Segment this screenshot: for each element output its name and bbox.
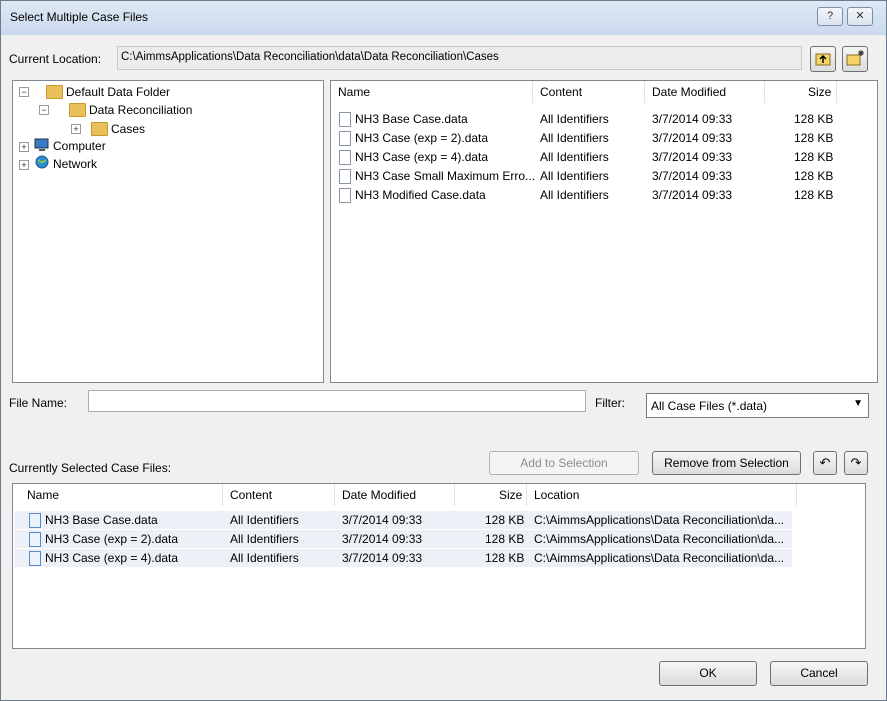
column-header-size[interactable]: Size	[499, 484, 522, 506]
folder-tree[interactable]: − Default Data Folder − Data Reconciliat…	[12, 80, 324, 383]
column-header-name[interactable]: Name	[27, 484, 59, 506]
currently-selected-label: Currently Selected Case Files:	[9, 461, 172, 475]
file-date: 3/7/2014 09:33	[342, 551, 423, 565]
undo-icon: ↶	[819, 455, 831, 470]
expand-icon[interactable]: +	[19, 142, 29, 152]
file-name: NH3 Case (exp = 4).data	[45, 551, 179, 565]
file-content: All Identifiers	[540, 112, 609, 126]
column-header-content[interactable]: Content	[230, 484, 272, 506]
tree-item-data-reconciliation[interactable]: Data Reconciliation	[89, 101, 192, 119]
current-location-path: C:\AimmsApplications\Data Reconciliation…	[121, 51, 499, 63]
redo-icon: ↷	[850, 455, 862, 470]
dialog-title: Select Multiple Case Files	[10, 10, 149, 24]
folder-icon	[46, 85, 63, 99]
up-folder-icon	[815, 53, 831, 66]
file-name-input[interactable]	[88, 390, 586, 412]
expand-icon[interactable]: −	[39, 105, 49, 115]
up-folder-button[interactable]	[810, 46, 836, 72]
column-header-content[interactable]: Content	[540, 81, 582, 103]
column-header-name[interactable]: Name	[338, 81, 370, 103]
current-location-field: C:\AimmsApplications\Data Reconciliation…	[117, 46, 802, 70]
file-icon	[339, 131, 351, 146]
file-content: All Identifiers	[230, 551, 299, 565]
file-date: 3/7/2014 09:33	[652, 112, 733, 126]
title-bar: Select Multiple Case Files ? ✕	[1, 1, 886, 35]
filter-label: Filter:	[595, 396, 625, 410]
tree-item-network[interactable]: Network	[53, 155, 97, 173]
column-header-size[interactable]: Size	[808, 81, 831, 103]
network-icon	[35, 155, 49, 169]
folder-icon	[91, 122, 108, 136]
new-folder-icon	[846, 50, 864, 66]
current-location-label: Current Location:	[9, 52, 102, 66]
file-date: 3/7/2014 09:33	[652, 188, 733, 202]
expand-icon[interactable]: −	[19, 87, 29, 97]
file-icon	[29, 513, 41, 528]
file-date: 3/7/2014 09:33	[652, 169, 733, 183]
ok-button[interactable]: OK	[659, 661, 757, 686]
column-header-date-modified[interactable]: Date Modified	[652, 81, 726, 103]
file-date: 3/7/2014 09:33	[342, 513, 423, 527]
selected-files-list[interactable]: Name Content Date Modified Size Location…	[12, 483, 866, 649]
file-size: 128 KB	[485, 532, 525, 546]
column-header-location[interactable]: Location	[534, 484, 579, 506]
file-date: 3/7/2014 09:33	[652, 150, 733, 164]
file-icon	[339, 169, 351, 184]
file-name: NH3 Case (exp = 4).data	[355, 150, 489, 164]
column-header-date-modified[interactable]: Date Modified	[342, 484, 416, 506]
select-case-files-dialog: Select Multiple Case Files ? ✕ Current L…	[0, 0, 887, 701]
redo-button[interactable]: ↷	[844, 451, 868, 475]
file-size: 128 KB	[794, 112, 834, 126]
file-location: C:\AimmsApplications\Data Reconciliation…	[534, 532, 785, 546]
file-size: 128 KB	[794, 150, 834, 164]
cancel-button[interactable]: Cancel	[770, 661, 868, 686]
file-size: 128 KB	[485, 513, 525, 527]
file-icon	[339, 112, 351, 127]
filter-select[interactable]: All Case Files (*.data) ▼	[646, 393, 869, 418]
file-name: NH3 Case (exp = 2).data	[45, 532, 179, 546]
file-name: NH3 Case (exp = 2).data	[355, 131, 489, 145]
file-name: NH3 Case Small Maximum Erro...	[355, 169, 536, 183]
chevron-down-icon: ▼	[853, 398, 863, 409]
file-content: All Identifiers	[540, 188, 609, 202]
file-list[interactable]: Name Content Date Modified Size NH3 Base…	[330, 80, 878, 383]
file-date: 3/7/2014 09:33	[652, 131, 733, 145]
file-content: All Identifiers	[230, 532, 299, 546]
file-size: 128 KB	[794, 169, 834, 183]
file-content: All Identifiers	[540, 131, 609, 145]
file-size: 128 KB	[794, 131, 834, 145]
folder-icon	[69, 103, 86, 117]
file-location: C:\AimmsApplications\Data Reconciliation…	[534, 551, 785, 565]
file-location: C:\AimmsApplications\Data Reconciliation…	[534, 513, 785, 527]
file-content: All Identifiers	[540, 150, 609, 164]
file-icon	[29, 532, 41, 547]
file-content: All Identifiers	[540, 169, 609, 183]
help-button[interactable]: ?	[817, 7, 843, 26]
file-size: 128 KB	[794, 188, 834, 202]
tree-item-cases[interactable]: Cases	[111, 120, 145, 138]
file-name: NH3 Base Case.data	[45, 513, 158, 527]
file-content: All Identifiers	[230, 513, 299, 527]
file-icon	[339, 150, 351, 165]
tree-item-computer[interactable]: Computer	[53, 137, 106, 155]
expand-icon[interactable]: +	[71, 124, 81, 134]
tree-item-default-data-folder[interactable]: Default Data Folder	[66, 83, 170, 101]
file-icon	[29, 551, 41, 566]
remove-from-selection-button[interactable]: Remove from Selection	[652, 451, 801, 475]
file-size: 128 KB	[485, 551, 525, 565]
new-folder-button[interactable]	[842, 46, 868, 72]
file-date: 3/7/2014 09:33	[342, 532, 423, 546]
filter-selected-value: All Case Files (*.data)	[651, 399, 768, 413]
file-icon	[339, 188, 351, 203]
undo-button[interactable]: ↶	[813, 451, 837, 475]
expand-icon[interactable]: +	[19, 160, 29, 170]
file-name: NH3 Modified Case.data	[355, 188, 486, 202]
add-to-selection-button[interactable]: Add to Selection	[489, 451, 639, 475]
file-name: NH3 Base Case.data	[355, 112, 468, 126]
computer-icon	[34, 138, 49, 151]
file-name-label: File Name:	[9, 396, 68, 410]
close-button[interactable]: ✕	[847, 7, 873, 26]
